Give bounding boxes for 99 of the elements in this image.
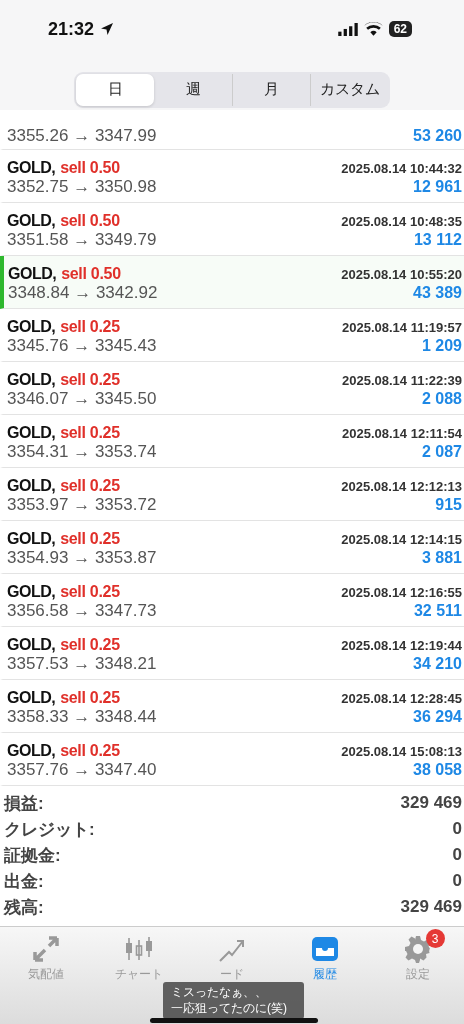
trade-prices: 3352.75 → 3350.98 [7,176,157,197]
trade-row[interactable]: GOLD, sell 0.25 2025.08.14 12:19:44 3357.53 → 3348.21 34 210 [0,627,464,680]
trade-row[interactable]: GOLD, sell 0.50 2025.08.14 10:55:20 3348.84 → 3342.92 43 389 [0,256,464,309]
summary-label: 残高: [4,896,44,919]
period-tab[interactable]: 週 [154,73,232,106]
wifi-icon [363,22,383,37]
period-tab[interactable]: カスタム [310,73,388,106]
trade-side: sell 0.25 [60,370,120,389]
trade-symbol: GOLD, [7,158,56,177]
trade-time: 2025.08.14 12:28:45 [341,690,462,706]
trade-side: sell 0.50 [60,211,120,230]
trade-row[interactable]: GOLD, sell 0.25 2025.08.14 12:14:15 3354.93 → 3353.87 3 881 [0,521,464,574]
trade-time: 2025.08.14 10:48:35 [341,213,462,229]
trade-profit: 32 511 [413,601,462,620]
trade-prices: 3351.58 → 3349.79 [7,229,157,250]
trade-profit: 43 389 [413,283,462,302]
trade-profit: 12 961 [413,177,462,196]
period-tab[interactable]: 月 [232,73,310,106]
trade-row[interactable]: GOLD, sell 0.25 2025.08.14 12:12:13 3353.97 → 3353.72 915 [0,468,464,521]
trade-profit: 1 209 [421,336,462,355]
summary-value: 0 [452,819,462,839]
trade-time: 2025.08.14 11:19:57 [342,319,462,335]
trade-profit: 3 881 [421,548,462,567]
trade-symbol: GOLD, [7,476,56,495]
period-tab[interactable]: 日 [76,73,154,106]
summary-value: 329 469 [400,793,462,813]
summary-label: 証拠金: [4,844,61,867]
trade-row[interactable]: GOLD, sell 0.25 2025.08.14 11:22:39 3346.07 → 3345.50 2 088 [0,362,464,415]
trade-prices: 3345.76 → 3345.43 [7,335,157,356]
trade-symbol: GOLD, [7,529,56,548]
trade-side: sell 0.25 [60,423,120,442]
trade-prices: 3348.84 → 3342.92 [8,282,158,303]
trade-profit: 13 112 [413,230,462,249]
trade-side: sell 0.25 [60,635,120,654]
trade-time: 2025.08.14 15:08:13 [341,743,462,759]
trade-row[interactable]: GOLD, sell 0.25 2025.08.14 12:16:55 3356.58 → 3347.73 32 511 [0,574,464,627]
trade-time: 2025.08.14 10:55:20 [341,266,462,282]
trade-side: sell 0.25 [60,317,120,336]
trade-symbol: GOLD, [7,370,56,389]
summary-value: 0 [452,871,462,891]
trade-symbol: GOLD, [7,423,56,442]
trade-prices: 3354.93 → 3353.87 [7,547,157,568]
summary-value: 329 469 [400,897,462,917]
trade-time: 2025.08.14 12:12:13 [341,478,462,494]
trade-symbol: GOLD, [7,211,56,230]
trade-side: sell 0.25 [60,476,120,495]
trade-prices: 3355.26 → 3347.99 [7,126,157,146]
signal-icon [337,22,358,36]
trade-profit: 38 058 [413,760,462,779]
summary-label: 損益: [4,792,44,815]
trade-side: sell 0.25 [60,688,120,707]
trade-profit: 53 260 [413,127,462,145]
trade-row[interactable]: GOLD, sell 0.50 2025.08.14 10:44:32 3352.75 → 3350.98 12 961 [0,150,464,203]
trade-prices: 3356.58 → 3347.73 [7,600,157,621]
trade-symbol: GOLD, [7,317,56,336]
trade-symbol: GOLD, [7,582,56,601]
trade-row[interactable]: 3355.26 → 3347.99 53 260 [0,110,464,150]
inbox-tray-icon [309,934,340,964]
trade-side: sell 0.50 [61,264,121,283]
trade-side: sell 0.25 [60,582,120,601]
trade-symbol: GOLD, [7,688,56,707]
trade-profit: 34 210 [413,654,462,673]
trade-row[interactable]: GOLD, sell 0.25 2025.08.14 11:19:57 3345.76 → 3345.43 1 209 [0,309,464,362]
trade-profit: 2 087 [421,442,462,461]
trade-prices: 3357.53 → 3348.21 [7,653,157,674]
trade-time: 2025.08.14 12:14:15 [341,531,462,547]
trade-time: 2025.08.14 12:16:55 [341,584,462,600]
settings-icon [402,934,433,964]
tab-bar-item[interactable]: 3 設定 [371,927,464,981]
summary-value: 0 [452,845,462,865]
trade-side: sell 0.25 [60,529,120,548]
status-time: 21:32 [48,18,95,40]
trade-prices: 3346.07 → 3345.50 [7,388,157,409]
summary-label: 出金: [4,870,44,893]
trade-profit: 2 088 [421,389,462,408]
trade-side: sell 0.25 [60,741,120,760]
location-arrow-icon [100,22,115,37]
notification-badge: 3 [425,929,445,948]
trade-symbol: GOLD, [7,635,56,654]
trade-profit: 915 [435,495,462,514]
trade-time: 2025.08.14 12:11:54 [342,425,462,441]
trade-prices: 3357.76 → 3347.40 [7,759,157,780]
double-arrow-icon [31,934,62,964]
battery-level: 62 [388,21,412,38]
trade-row[interactable]: GOLD, sell 0.25 2025.08.14 12:11:54 3354.31 → 3353.74 2 087 [0,415,464,468]
trade-prices: 3353.97 → 3353.72 [7,494,157,515]
trade-symbol: GOLD, [8,264,57,283]
caption-toast: ミスったなぁ、、 一応狙ってたのに(笑) [163,982,304,1020]
trade-side: sell 0.50 [60,158,120,177]
trade-profit: 36 294 [413,707,462,726]
trade-symbol: GOLD, [7,741,56,760]
trade-prices: 3354.31 → 3353.74 [7,441,157,462]
trade-row[interactable]: GOLD, sell 0.25 2025.08.14 12:28:45 3358.33 → 3348.44 36 294 [0,680,464,733]
summary-label: クレジット: [4,818,95,841]
trade-time: 2025.08.14 11:22:39 [342,372,462,388]
trade-time: 2025.08.14 10:44:32 [341,160,462,176]
trade-prices: 3358.33 → 3348.44 [7,706,157,727]
trade-row[interactable]: GOLD, sell 0.25 2025.08.14 15:08:13 3357.76 → 3347.40 38 058 [0,733,464,786]
trade-time: 2025.08.14 12:19:44 [341,637,462,653]
